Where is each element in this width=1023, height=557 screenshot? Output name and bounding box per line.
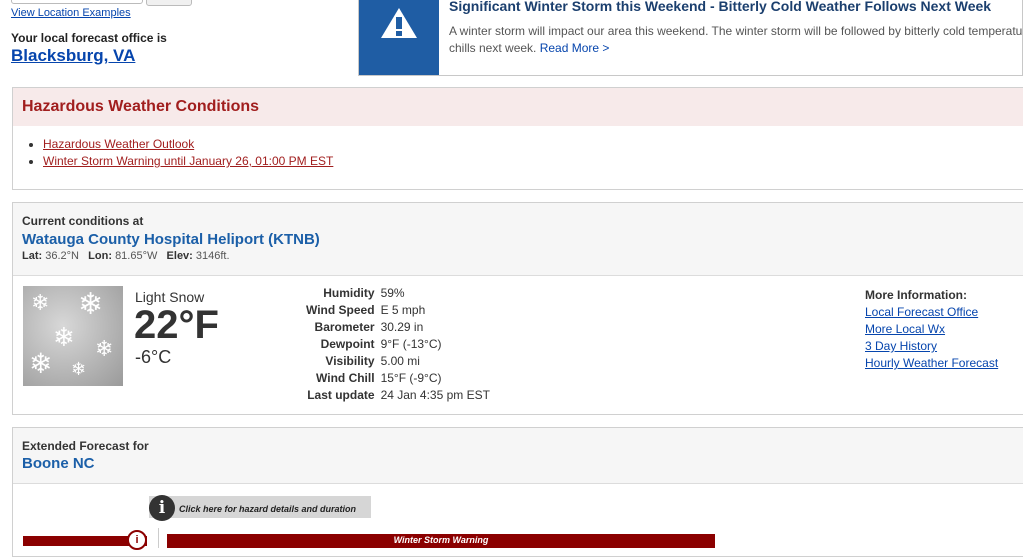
details-row: Last update 24 Jan 4:35 pm EST [303,387,493,404]
details-value: 59% [380,286,405,300]
snowflake-icon: ❄ [95,336,114,361]
light-snow-weather-icon: ❄ ❄ ❄ ❄ ❄ ❄ [23,286,123,386]
details-value: 30.29 in [380,320,424,334]
local-forecast-office-link[interactable]: Local Forecast Office [865,304,998,321]
lon-label: Lon: [88,250,112,262]
details-row: Visibility 5.00 mi [303,353,493,370]
details-value: 9°F (-13°C) [380,337,442,351]
details-row: Wind Speed E 5 mph [303,302,493,319]
winter-storm-warning-label: Winter Storm Warning [393,535,489,545]
snowflake-icon: ❄ [78,288,104,321]
temperature-celsius: -6°C [135,347,172,367]
info-icon[interactable]: i [149,495,175,521]
lon-value: 81.65°W [115,250,158,262]
hazards-list: Hazardous Weather Outlook Winter Storm W… [43,136,333,170]
details-value: 5.00 mi [380,354,420,368]
details-row: Humidity 59% [303,285,493,302]
extended-forecast-label: Extended Forecast for [22,439,149,453]
details-label: Humidity [323,286,375,300]
hazards-title: Hazardous Weather Conditions [22,98,260,115]
details-row: Dewpoint 9°F (-13°C) [303,336,493,353]
banner-text: A winter storm will impact our area this… [449,24,1023,38]
info-icon[interactable]: i [127,530,147,550]
snowflake-icon: ❄ [53,322,75,352]
forecast-office-label: Your local forecast office is [11,31,167,45]
extended-forecast-panel: Extended Forecast for Boone NC i Click h… [12,427,1023,557]
three-day-history-link[interactable]: 3 Day History [865,338,998,355]
hazard-link-outlook[interactable]: Hazardous Weather Outlook [43,137,194,151]
details-label: Last update [307,388,375,402]
details-value: 24 Jan 4:35 pm EST [380,388,490,402]
more-information: More Information: Local Forecast Office … [865,287,998,372]
hazard-details-link[interactable]: Click here for hazard details and durati… [179,504,356,514]
hazards-panel: Hazardous Weather Conditions Hazardous W… [12,87,1023,190]
details-value: 15°F (-9°C) [380,371,442,385]
elev-value: 3146ft. [195,250,230,262]
current-conditions-label: Current conditions at [22,214,144,228]
location-search-button[interactable] [146,0,192,6]
lat-value: 36.2°N [45,250,79,262]
details-value: E 5 mph [380,303,426,317]
details-label: Barometer [314,320,375,334]
details-label: Dewpoint [320,337,375,351]
temperature-fahrenheit: 22°F [134,303,219,347]
snowflake-icon: ❄ [71,359,87,379]
current-conditions-panel: Current conditions at Watauga County Hos… [12,202,1023,415]
extended-forecast-header: Extended Forecast for Boone NC [13,428,1023,484]
hazard-link-winter-storm[interactable]: Winter Storm Warning until January 26, 0… [43,154,333,168]
location-search-input[interactable] [11,0,143,4]
hazards-header: Hazardous Weather Conditions [13,88,1023,126]
more-information-heading: More Information: [865,288,967,302]
details-row: Wind Chill 15°F (-9°C) [303,370,493,387]
alert-triangle-icon [359,0,439,75]
snowflake-icon: ❄ [31,290,50,315]
details-label: Visibility [325,354,375,368]
elev-label: Elev: [166,250,193,262]
snowflake-icon: ❄ [29,348,53,379]
conditions-details-table: Humidity 59% Wind Speed E 5 mph Barometer 3… [303,285,493,404]
more-local-wx-link[interactable]: More Local Wx [865,321,998,338]
forecast-office-link[interactable]: Blacksburg, VA [11,46,135,66]
details-label: Wind Chill [316,371,375,385]
lat-label: Lat: [22,250,43,262]
banner-title: Significant Winter Storm this Weekend - … [449,0,992,14]
winter-storm-warning-band[interactable]: Winter Storm Warning [167,534,715,548]
hazard-item: Winter Storm Warning until January 26, 0… [43,153,333,170]
banner-text-line2: chills next week. [449,41,537,55]
current-conditions-header: Current conditions at Watauga County Hos… [13,203,1023,276]
station-name: Watauga County Hospital Heliport (KTNB) [22,231,320,248]
details-label: Wind Speed [306,303,375,317]
extended-forecast-place: Boone NC [22,455,95,472]
divider [158,528,159,548]
details-row: Barometer 30.29 in [303,319,493,336]
hourly-weather-forecast-link[interactable]: Hourly Weather Forecast [865,355,998,372]
news-banner: Significant Winter Storm this Weekend - … [358,0,1023,76]
read-more-link[interactable]: Read More > [540,41,610,55]
hazard-item: Hazardous Weather Outlook [43,136,333,153]
banner-text-continued: chills next week. Read More > [449,40,609,57]
view-location-examples-link[interactable]: View Location Examples [11,7,131,19]
station-coordinates: Lat: 36.2°N Lon: 81.65°W Elev: 3146ft. [22,250,230,262]
